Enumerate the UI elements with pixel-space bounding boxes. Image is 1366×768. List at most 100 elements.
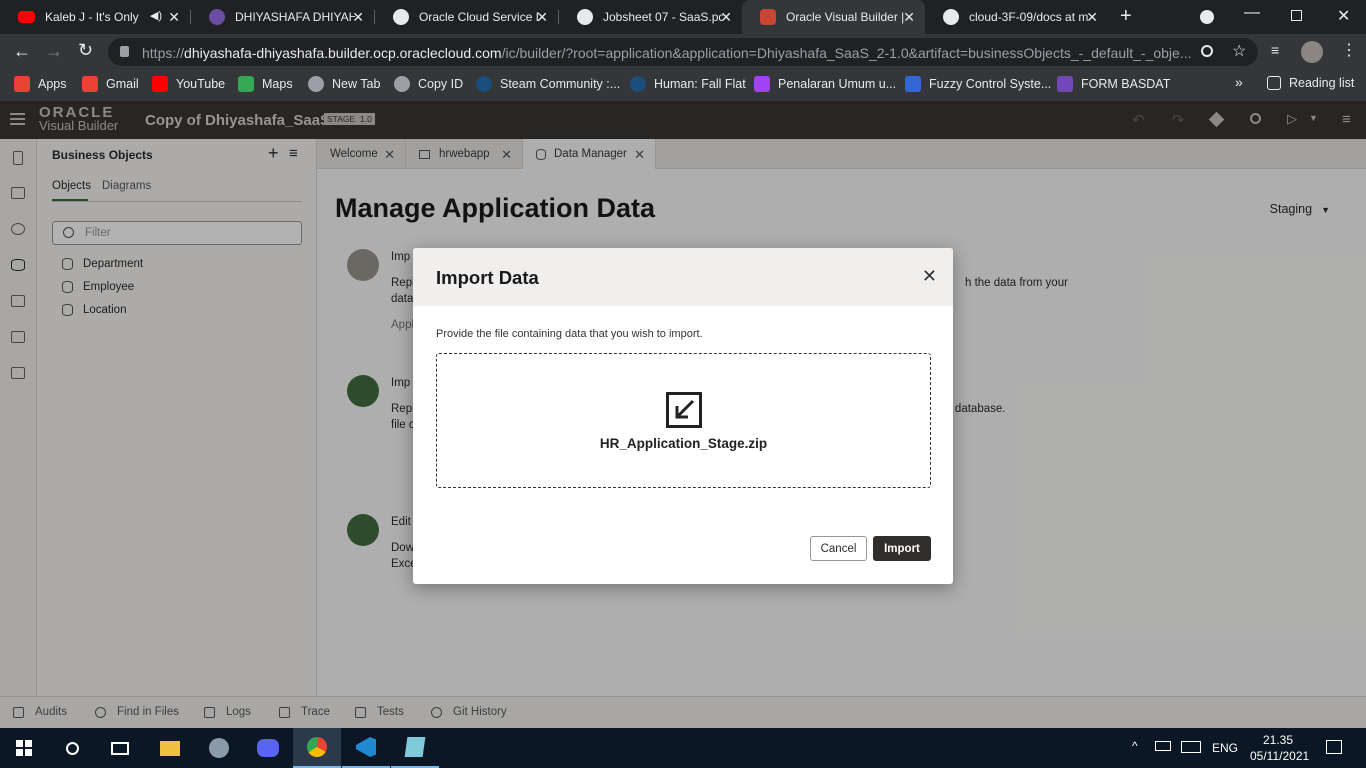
discord-icon <box>257 739 279 757</box>
oracle-icon <box>760 9 776 25</box>
gmail-icon <box>82 76 98 92</box>
task-view-icon <box>111 741 129 755</box>
address-bar[interactable]: https://dhiyashafa-dhiyashafa.builder.oc… <box>108 38 1258 66</box>
bookmark-copy-id[interactable]: Copy ID <box>394 76 463 92</box>
vscode-icon <box>356 737 376 757</box>
reading-list-button[interactable]: Reading list <box>1267 76 1354 90</box>
youtube-icon <box>18 11 35 23</box>
bookmark-label: Human: Fall Flat <box>654 77 746 91</box>
app-button[interactable] <box>195 728 243 768</box>
close-tab-icon[interactable]: ✕ <box>168 9 180 26</box>
discord-button[interactable] <box>244 728 292 768</box>
tab-search-icon[interactable] <box>1200 10 1214 24</box>
start-button[interactable] <box>0 728 48 768</box>
tab-title: Kaleb J - It's Only <box>45 10 139 24</box>
globe-icon <box>308 76 324 92</box>
language-indicator[interactable]: ENG <box>1212 741 1238 755</box>
windows-logo-icon <box>16 740 32 756</box>
lock-icon[interactable] <box>120 46 129 57</box>
browser-tab-youtube[interactable]: Kaleb J - It's Only ◀) ✕ <box>0 0 190 34</box>
notifications-icon[interactable] <box>1326 740 1342 754</box>
zoom-icon[interactable] <box>1201 45 1213 57</box>
reload-icon[interactable]: ↻ <box>78 40 93 61</box>
app-icon <box>209 738 229 758</box>
dialog-description: Provide the file containing data that yo… <box>436 328 703 340</box>
close-icon[interactable]: ✕ <box>922 266 937 287</box>
bookmark-penalaran[interactable]: Penalaran Umum u... <box>754 76 896 92</box>
forward-icon[interactable]: → <box>45 41 63 62</box>
star-icon[interactable]: ☆ <box>1232 41 1246 61</box>
url-path: /ic/builder/?root=application&applicatio… <box>501 45 1192 61</box>
bookmark-steam[interactable]: Steam Community :... <box>476 76 620 92</box>
restore-icon[interactable] <box>1291 10 1302 21</box>
search-button[interactable] <box>48 728 96 768</box>
browser-tab-oracle-cloud[interactable]: Oracle Cloud Service D ✕ <box>375 0 558 34</box>
tab-title: Oracle Visual Builder | <box>786 10 905 24</box>
keyboard-icon[interactable] <box>1181 741 1201 753</box>
notepad-button[interactable] <box>391 728 439 768</box>
file-explorer-button[interactable] <box>146 728 194 768</box>
network-icon[interactable] <box>1155 741 1171 751</box>
task-view-button[interactable] <box>96 728 144 768</box>
bookmark-human-fall-flat[interactable]: Human: Fall Flat <box>630 76 746 92</box>
bookmark-label: YouTube <box>176 77 226 91</box>
bookmark-form-basdat[interactable]: FORM BASDAT <box>1057 76 1170 92</box>
z-logo-icon <box>754 76 770 92</box>
url-text: https://dhiyashafa-dhiyashafa.builder.oc… <box>142 45 1192 61</box>
clock-date: 05/11/2021 <box>1250 749 1310 763</box>
bookmark-maps[interactable]: Maps <box>238 76 293 92</box>
import-button[interactable]: Import <box>873 536 931 561</box>
speaker-icon[interactable]: ◀) <box>150 9 162 22</box>
vscode-button[interactable] <box>342 728 390 768</box>
close-tab-icon[interactable]: ✕ <box>352 9 364 26</box>
folder-icon <box>160 740 180 756</box>
close-tab-icon[interactable]: ✕ <box>536 9 548 26</box>
bookmark-label: Copy ID <box>418 77 464 91</box>
back-icon[interactable]: ← <box>13 41 31 62</box>
media-control-icon[interactable]: ≡ <box>1271 42 1279 58</box>
tab-title: DHIYASHAFA DHIYAH <box>235 10 355 24</box>
reading-list-icon <box>1267 76 1281 90</box>
url-scheme: https:// <box>142 45 185 61</box>
selected-file-name: HR_Application_Stage.zip <box>599 436 768 451</box>
chevron-up-icon[interactable]: ^ <box>1132 739 1138 753</box>
close-tab-icon[interactable]: ✕ <box>903 9 915 26</box>
close-window-icon[interactable]: ✕ <box>1337 6 1350 26</box>
close-tab-icon[interactable]: ✕ <box>720 9 732 26</box>
dialog-title: Import Data <box>436 267 539 288</box>
new-tab-icon[interactable]: + <box>1120 5 1132 28</box>
bookmark-fuzzy[interactable]: Fuzzy Control Syste... <box>905 76 1051 92</box>
bookmark-youtube[interactable]: YouTube <box>152 76 225 92</box>
chrome-menu-icon[interactable]: ⋮ <box>1341 40 1357 60</box>
close-tab-icon[interactable]: ✕ <box>1086 9 1098 26</box>
clock-time: 21.35 <box>1262 733 1294 747</box>
chrome-button[interactable] <box>293 728 341 768</box>
bookmark-gmail[interactable]: Gmail <box>82 76 139 92</box>
profile-avatar[interactable] <box>1301 41 1323 63</box>
maps-icon <box>238 76 254 92</box>
bookmark-new-tab[interactable]: New Tab <box>308 76 380 92</box>
browser-tab-github[interactable]: cloud-3F-09/docs at m ✕ <box>925 0 1108 34</box>
clock[interactable]: 21.35 05/11/2021 <box>1250 732 1310 764</box>
minimize-icon[interactable]: — <box>1244 4 1260 22</box>
cancel-button[interactable]: Cancel <box>810 536 867 561</box>
browser-tab-visual-builder[interactable]: Oracle Visual Builder | ✕ <box>742 0 925 34</box>
bookmark-apps[interactable]: Apps <box>14 76 67 92</box>
notepad-icon <box>404 737 426 757</box>
youtube-icon <box>152 76 168 92</box>
bookmark-label: Fuzzy Control Syste... <box>929 77 1052 91</box>
chrome-icon <box>307 737 327 757</box>
more-bookmarks-button[interactable]: » <box>1235 74 1243 90</box>
file-drop-zone[interactable]: HR_Application_Stage.zip <box>436 353 931 488</box>
browser-tab-jobsheet[interactable]: Jobsheet 07 - SaaS.pdf ✕ <box>559 0 742 34</box>
import-data-dialog: Import Data ✕ Provide the file containin… <box>413 248 953 584</box>
globe-icon <box>393 9 409 25</box>
github-icon <box>943 9 959 25</box>
reading-list-label: Reading list <box>1289 76 1355 90</box>
tab-title: Jobsheet 07 - SaaS.pdf <box>603 10 723 24</box>
forms-icon <box>1057 76 1073 92</box>
bookmark-label: Gmail <box>106 77 139 91</box>
apps-grid-icon <box>14 76 30 92</box>
browser-tab-dhiyashafa[interactable]: DHIYASHAFA DHIYAH ✕ <box>191 0 374 34</box>
fuzzy-icon <box>905 76 921 92</box>
